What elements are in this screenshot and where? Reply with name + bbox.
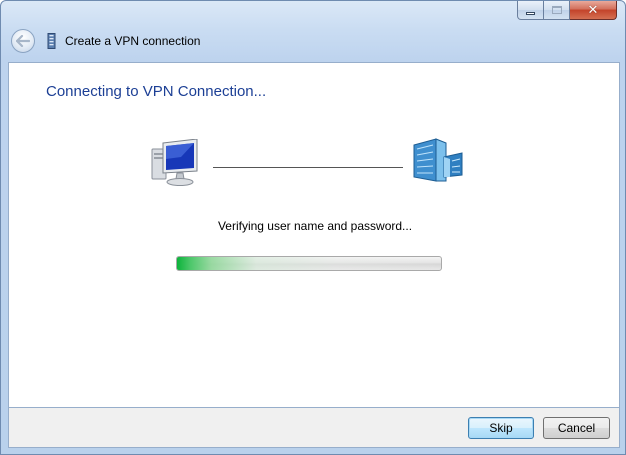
vpn-icon — [47, 33, 56, 49]
progress-fill — [177, 257, 441, 270]
cancel-button[interactable]: Cancel — [543, 417, 610, 439]
maximize-icon — [551, 6, 562, 14]
connection-line — [213, 167, 403, 168]
page-heading: Connecting to VPN Connection... — [46, 83, 267, 100]
progress-bar — [176, 256, 442, 271]
maximize-button[interactable] — [544, 1, 570, 20]
close-button[interactable]: ✕ — [570, 1, 617, 20]
back-arrow-icon — [16, 35, 30, 47]
window-title: Create a VPN connection — [65, 34, 201, 48]
computer-icon — [151, 139, 198, 186]
back-button[interactable] — [11, 29, 35, 53]
wizard-window: ✕ Create a VPN connection Connecting to … — [0, 0, 626, 455]
minimize-icon — [526, 11, 535, 15]
caption-buttons: ✕ — [517, 1, 617, 21]
server-icon — [413, 138, 463, 182]
skip-button[interactable]: Skip — [468, 417, 534, 439]
button-bar: Skip Cancel — [8, 408, 620, 448]
close-icon: ✕ — [587, 2, 599, 18]
content-panel: Connecting to VPN Connection... Verifyin… — [8, 62, 620, 408]
minimize-button[interactable] — [517, 1, 544, 20]
status-message: Verifying user name and password... — [217, 219, 413, 233]
